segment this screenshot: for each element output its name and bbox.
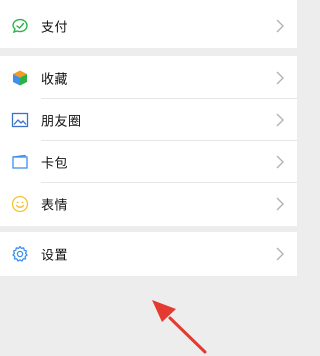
menu-item-pay[interactable]: 支付 [0, 4, 297, 48]
card-icon [10, 152, 30, 172]
menu-item-favorites-label: 收藏 [41, 72, 69, 88]
menu-item-moments-label: 朋友圈 [41, 114, 82, 130]
menu-item-moments[interactable]: 朋友圈 [0, 98, 297, 142]
picture-icon [10, 110, 30, 130]
pay-group: 支付 [0, 0, 297, 48]
cube-icon [10, 68, 30, 88]
chevron-right-icon [276, 71, 284, 85]
gear-icon [10, 244, 30, 264]
menu-item-cards[interactable]: 卡包 [0, 140, 297, 184]
settings-group: 设置 [0, 232, 297, 276]
menu-item-cards-label: 卡包 [41, 156, 69, 172]
chevron-right-icon [276, 19, 284, 33]
chevron-right-icon [276, 155, 284, 169]
chevron-right-icon [276, 197, 284, 211]
smiley-icon [10, 194, 30, 214]
chevron-right-icon [276, 113, 284, 127]
menu-item-stickers[interactable]: 表情 [0, 182, 297, 226]
menu-item-favorites[interactable]: 收藏 [0, 56, 297, 100]
menu-item-stickers-label: 表情 [41, 198, 69, 214]
menu-item-settings-label: 设置 [41, 248, 69, 264]
pay-check-icon [10, 16, 30, 36]
menu-item-pay-label: 支付 [41, 20, 69, 36]
chevron-right-icon [276, 247, 284, 261]
features-group: 收藏 朋友圈 卡包 表情 [0, 56, 297, 226]
menu-item-settings[interactable]: 设置 [0, 232, 297, 276]
